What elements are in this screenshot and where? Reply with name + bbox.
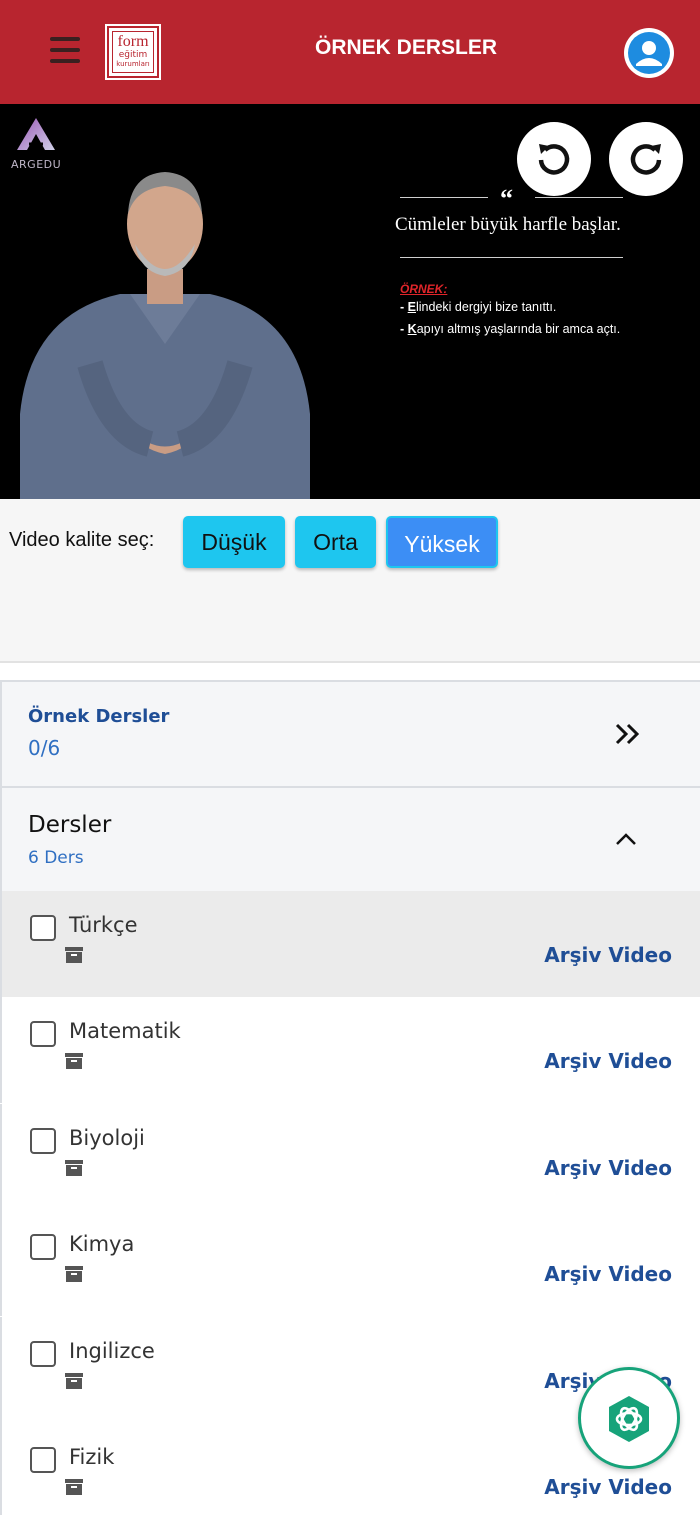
slide-example-label: ÖRNEK: — [400, 282, 448, 296]
sample-lessons-section[interactable]: Örnek Dersler 0/6 — [0, 680, 700, 788]
sample-lessons-title: Örnek Dersler — [28, 706, 170, 727]
slide-example-line: - Elindeki dergiyi bize tanıttı. — [400, 300, 556, 314]
quality-selector: Video kalite seç: Düşük Orta Yüksek — [0, 499, 700, 661]
lesson-name: Matematik — [69, 1019, 181, 1043]
archive-icon — [65, 1373, 83, 1389]
archive-video-link[interactable]: Arşiv Video — [544, 943, 672, 967]
archive-icon — [65, 1479, 83, 1495]
lessons-count: 6 Ders — [28, 848, 84, 868]
archive-video-link[interactable]: Arşiv Video — [544, 1049, 672, 1073]
menu-icon[interactable] — [50, 37, 82, 65]
slide-rule — [400, 257, 623, 258]
quality-medium-button[interactable]: Orta — [295, 516, 376, 568]
lesson-checkbox[interactable] — [30, 915, 56, 941]
lesson-checkbox[interactable] — [30, 1341, 56, 1367]
app-header: form eğitim kurumları ÖRNEK DERSLER — [0, 0, 700, 104]
slide-example-text: apıyı altmış yaşlarında bir amca açtı. — [416, 322, 621, 336]
slide-example-line: - Kapıyı altmış yaşlarında bir amca açtı… — [400, 322, 620, 336]
lesson-row[interactable]: Türkçe Arşiv Video — [0, 891, 700, 997]
quality-label: Video kalite seç: — [9, 529, 155, 551]
lesson-name: Türkçe — [69, 913, 138, 937]
rotate-left-icon — [538, 144, 570, 175]
slide-first-letter: E — [407, 300, 416, 314]
lesson-row[interactable]: Matematik Arşiv Video — [0, 997, 700, 1103]
lessons-title: Dersler — [28, 812, 112, 838]
lesson-checkbox[interactable] — [30, 1128, 56, 1154]
lesson-row[interactable]: Kimya Arşiv Video — [0, 1210, 700, 1316]
slide-dash: - — [400, 322, 405, 336]
archive-video-link[interactable]: Arşiv Video — [544, 1475, 672, 1499]
slide-quote-mark: “ — [500, 184, 513, 213]
logo-line-1: form — [117, 33, 149, 50]
rewind-button[interactable] — [517, 122, 591, 196]
slide-dash: - — [400, 300, 405, 314]
chevron-double-right-icon[interactable] — [614, 722, 642, 746]
lesson-name: Biyoloji — [69, 1126, 145, 1150]
quality-low-button[interactable]: Düşük — [183, 516, 285, 568]
lesson-name: Kimya — [69, 1232, 135, 1256]
user-icon — [636, 41, 662, 66]
slide-first-letter: K — [407, 322, 417, 336]
page-title: ÖRNEK DERSLER — [314, 36, 498, 59]
lesson-checkbox[interactable] — [30, 1447, 56, 1473]
lesson-row[interactable]: Biyoloji Arşiv Video — [0, 1104, 700, 1210]
forward-button[interactable] — [609, 122, 683, 196]
sample-lessons-progress: 0/6 — [28, 736, 61, 760]
chat-assistant-button[interactable] — [578, 1367, 680, 1469]
logo-line-3: kurumları — [116, 60, 150, 68]
lessons-section-header[interactable]: Dersler 6 Ders — [0, 786, 700, 892]
slide-rule — [400, 197, 488, 198]
presenter-image — [20, 172, 310, 499]
archive-icon — [65, 947, 83, 963]
user-avatar-button[interactable] — [624, 28, 674, 78]
video-player[interactable]: ARGEDU “ Cümleler büyük harfle başlar. Ö… — [0, 104, 700, 499]
archive-icon — [65, 1160, 83, 1176]
archive-icon — [65, 1266, 83, 1282]
divider — [0, 661, 700, 663]
openai-chat-icon — [609, 1396, 649, 1442]
quality-high-button[interactable]: Yüksek — [386, 516, 498, 568]
slide-example-text: lindeki dergiyi bize tanıttı. — [416, 300, 557, 314]
rotate-right-icon — [630, 144, 662, 175]
chevron-up-icon[interactable] — [615, 832, 637, 846]
lesson-checkbox[interactable] — [30, 1234, 56, 1260]
archive-video-link[interactable]: Arşiv Video — [544, 1156, 672, 1180]
archive-video-link[interactable]: Arşiv Video — [544, 1262, 672, 1286]
lesson-name: Ingilizce — [69, 1339, 155, 1363]
archive-icon — [65, 1053, 83, 1069]
lesson-name: Fizik — [69, 1445, 115, 1469]
slide-main-text: Cümleler büyük harfle başlar. — [395, 214, 621, 235]
lesson-checkbox[interactable] — [30, 1021, 56, 1047]
form-logo[interactable]: form eğitim kurumları — [105, 24, 161, 80]
logo-line-2: eğitim — [118, 50, 148, 60]
slide-rule — [535, 197, 623, 198]
